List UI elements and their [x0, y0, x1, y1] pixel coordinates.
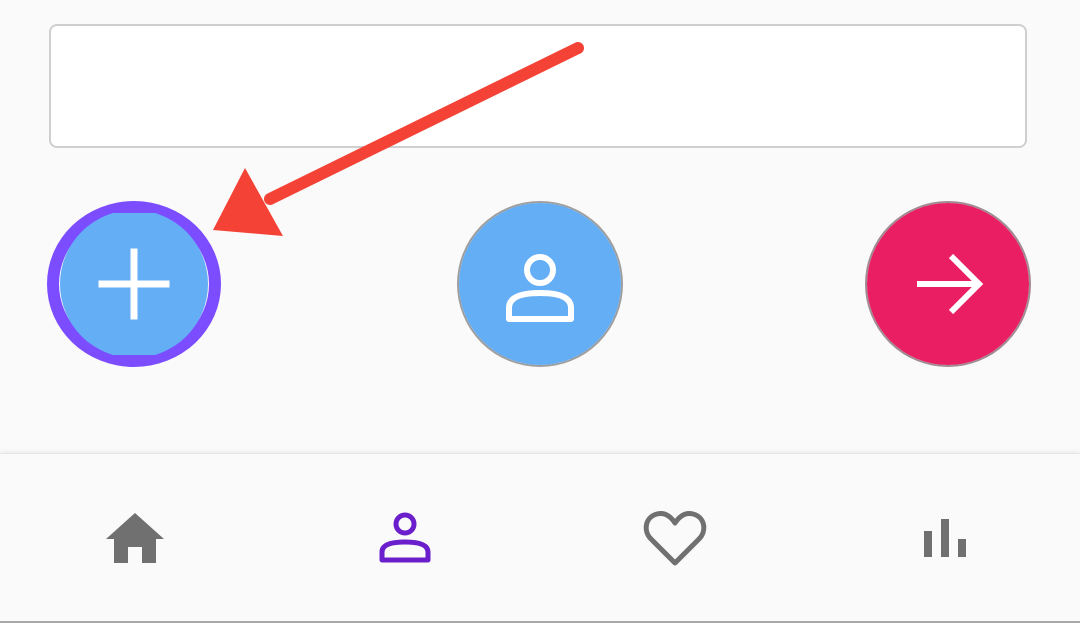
- add-fab-button[interactable]: [47, 201, 221, 367]
- arrow-right-icon: [867, 203, 1029, 365]
- person-fab-button[interactable]: [457, 201, 623, 367]
- app-screen: [0, 0, 1080, 623]
- bottom-navigation-bar: [0, 453, 1080, 623]
- person-icon: [379, 512, 431, 562]
- next-fab-button[interactable]: [865, 201, 1031, 367]
- person-icon: [459, 203, 621, 365]
- plus-icon: [60, 213, 208, 355]
- home-icon: [106, 512, 164, 563]
- nav-item-home[interactable]: [0, 454, 270, 621]
- bar-chart-icon: [924, 518, 966, 557]
- nav-item-favorites[interactable]: [540, 454, 810, 621]
- text-input[interactable]: [49, 24, 1027, 148]
- nav-item-stats[interactable]: [810, 454, 1080, 621]
- nav-item-profile[interactable]: [270, 454, 540, 621]
- heart-icon: [643, 510, 707, 565]
